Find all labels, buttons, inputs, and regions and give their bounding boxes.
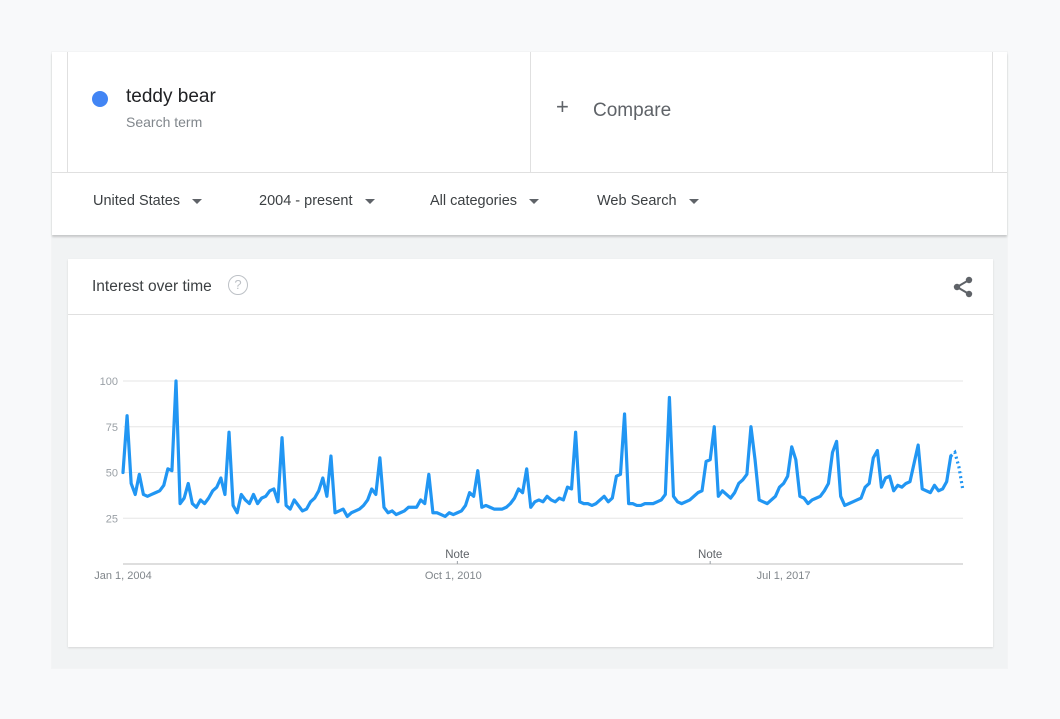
explore-panel: teddy bear Search term + Compare United … <box>52 52 1007 668</box>
chart-header: Interest over time ? <box>68 259 993 315</box>
chevron-down-icon <box>364 198 375 204</box>
filter-region[interactable]: United States <box>93 193 203 209</box>
y-tick-label: 100 <box>100 376 118 388</box>
chart-title: Interest over time <box>92 278 212 295</box>
term-color-dot <box>92 91 108 107</box>
x-tick-label: Jul 1, 2017 <box>757 570 811 582</box>
series-line-partial <box>949 449 965 492</box>
divider <box>52 172 1007 173</box>
filter-search-type-label: Web Search <box>597 193 677 209</box>
note-annotation: Note <box>698 549 722 561</box>
interest-line-chart[interactable]: 25 50 75 100 Jan 1, 2004 Oct 1, 2010 Jul 1, 20… <box>68 315 993 615</box>
compare-label[interactable]: Compare <box>593 100 671 122</box>
x-tick-label: Oct 1, 2010 <box>425 570 482 582</box>
filter-region-label: United States <box>93 193 181 209</box>
search-term-box[interactable]: teddy bear Search term <box>67 52 531 172</box>
share-icon[interactable] <box>952 275 974 299</box>
filter-search-type[interactable]: Web Search <box>597 193 699 209</box>
chevron-down-icon <box>192 198 203 204</box>
filter-category-label: All categories <box>430 193 518 209</box>
x-tick-label: Jan 1, 2004 <box>94 570 152 582</box>
chevron-down-icon <box>529 198 540 204</box>
help-circle-icon[interactable]: ? <box>228 275 248 295</box>
filter-time-range-label: 2004 - present <box>259 193 353 209</box>
filter-category[interactable]: All categories <box>430 193 540 209</box>
y-tick-label: 25 <box>106 513 118 525</box>
query-card: teddy bear Search term + Compare United … <box>52 52 1007 235</box>
y-tick-label: 50 <box>106 468 118 480</box>
filter-time-range[interactable]: 2004 - present <box>259 193 375 209</box>
plus-icon[interactable]: + <box>556 96 569 118</box>
term-type: Search term <box>126 114 203 130</box>
chevron-down-icon <box>688 198 699 204</box>
compare-button[interactable]: + Compare <box>530 52 993 172</box>
y-tick-label: 75 <box>106 422 118 434</box>
series-line <box>121 379 953 519</box>
note-annotation: Note <box>445 549 469 561</box>
interest-over-time-card: Interest over time ? 25 50 75 100 Jan 1, 200… <box>68 259 993 647</box>
term-name[interactable]: teddy bear <box>126 86 216 108</box>
